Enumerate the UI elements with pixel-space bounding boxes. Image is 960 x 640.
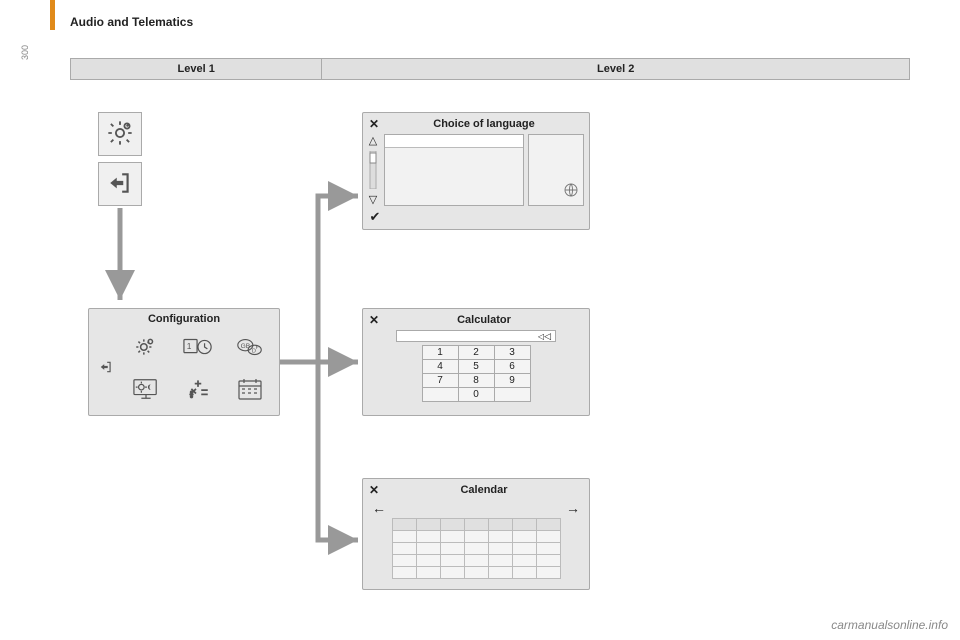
key-blank-r — [494, 388, 530, 402]
configuration-title: Configuration — [95, 313, 273, 325]
language-confirm-button[interactable]: ✔ — [366, 209, 384, 225]
calendar-grid[interactable] — [392, 518, 561, 579]
key-1[interactable]: 1 — [422, 346, 458, 360]
enter-into-icon — [107, 170, 133, 199]
config-item-calculator[interactable] — [181, 374, 215, 404]
scroll-up-icon[interactable]: △ — [369, 134, 377, 147]
svg-text:F: F — [256, 345, 259, 350]
key-2[interactable]: 2 — [458, 346, 494, 360]
configuration-panel: Configuration 1 GBDF — [88, 308, 280, 416]
gear-icon — [106, 119, 134, 150]
key-8[interactable]: 8 — [458, 374, 494, 388]
language-panel: ✕ Choice of language △ ▽ ✔ — [362, 112, 590, 230]
scrollbar-track[interactable] — [368, 151, 378, 189]
watermark: carmanualsonline.info — [831, 618, 948, 632]
calendar-next-button[interactable]: → — [566, 500, 580, 516]
section-header: Audio and Telematics — [70, 15, 193, 29]
calendar-panel-title: Calendar — [382, 484, 586, 496]
level-bar: Level 1 Level 2 — [70, 58, 910, 80]
config-item-settings[interactable] — [129, 332, 163, 362]
language-close-button[interactable]: ✕ — [366, 117, 382, 131]
key-0[interactable]: 0 — [458, 388, 494, 402]
key-6[interactable]: 6 — [494, 360, 530, 374]
config-back-icon[interactable] — [99, 360, 113, 377]
key-4[interactable]: 4 — [422, 360, 458, 374]
config-item-calendar[interactable] — [233, 374, 267, 404]
globe-icon — [563, 182, 579, 201]
accent-stripe — [50, 0, 55, 30]
language-panel-title: Choice of language — [382, 118, 586, 130]
enter-button[interactable] — [98, 162, 142, 206]
svg-text:GB: GB — [241, 343, 251, 350]
level-1-header: Level 1 — [71, 59, 322, 79]
calculator-display: ◁ — [396, 330, 556, 342]
calculator-close-button[interactable]: ✕ — [366, 313, 382, 327]
config-item-language[interactable]: GBDF — [233, 332, 267, 362]
level-2-header: Level 2 — [322, 59, 909, 79]
calendar-panel: ✕ Calendar ← → — [362, 478, 590, 590]
key-7[interactable]: 7 — [422, 374, 458, 388]
language-preview — [528, 134, 584, 206]
page-number: 300 — [20, 45, 30, 60]
calendar-prev-button[interactable]: ← — [372, 500, 386, 516]
key-9[interactable]: 9 — [494, 374, 530, 388]
config-item-display[interactable] — [129, 374, 163, 404]
calculator-panel: ✕ Calculator ◁ 1 2 3 4 5 6 7 8 9 0 — [362, 308, 590, 416]
calculator-panel-title: Calculator — [382, 314, 586, 326]
key-3[interactable]: 3 — [494, 346, 530, 360]
calculator-keypad: 1 2 3 4 5 6 7 8 9 0 — [422, 345, 531, 402]
key-blank-l — [422, 388, 458, 402]
language-list[interactable] — [384, 134, 524, 206]
scroll-down-icon[interactable]: ▽ — [369, 193, 377, 206]
config-item-datetime[interactable]: 1 — [181, 332, 215, 362]
settings-button[interactable] — [98, 112, 142, 156]
calendar-close-button[interactable]: ✕ — [366, 483, 382, 497]
key-5[interactable]: 5 — [458, 360, 494, 374]
svg-text:1: 1 — [187, 341, 192, 351]
